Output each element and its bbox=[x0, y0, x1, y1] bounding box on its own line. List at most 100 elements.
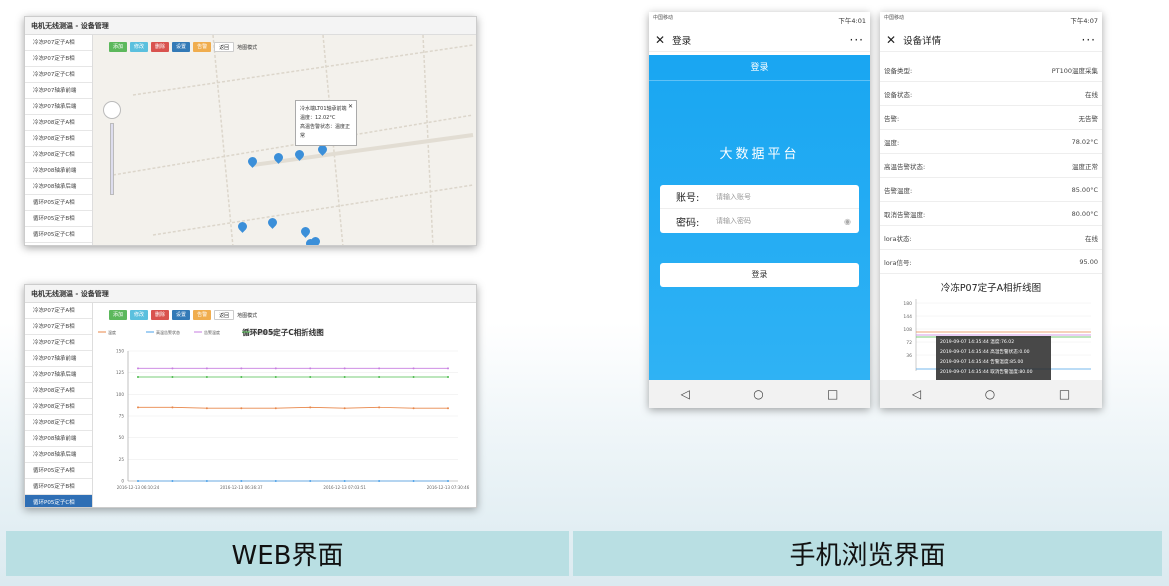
data-point bbox=[343, 367, 346, 370]
close-icon[interactable]: ✕ bbox=[886, 33, 896, 47]
sidebar-item[interactable]: 冷冻P08定子B相 bbox=[25, 131, 92, 147]
account-label: 账号: bbox=[676, 193, 700, 204]
data-point bbox=[309, 376, 312, 378]
login-button[interactable]: 登录 bbox=[660, 263, 859, 287]
data-point bbox=[205, 376, 208, 378]
toolbar-button[interactable]: 删除 bbox=[151, 42, 170, 52]
toolbar-button[interactable]: 返回 bbox=[214, 42, 235, 52]
home-icon[interactable]: ○ bbox=[985, 387, 995, 401]
web-sidebar: 冷冻P07定子A相 冷冻P07定子B相 冷冻P07定子C相 冷冻P07轴承前端 冷冻P0… bbox=[25, 303, 93, 507]
data-point bbox=[447, 407, 449, 410]
popup-status: 高温告警状态：温度正常 bbox=[300, 124, 351, 139]
sidebar-item[interactable]: 冷冻P07定子C相 bbox=[25, 335, 92, 351]
popup-close-icon[interactable]: ✕ bbox=[348, 102, 353, 111]
recent-icon[interactable]: □ bbox=[1059, 387, 1070, 401]
sidebar-item[interactable]: 循环P05定子B相 bbox=[25, 211, 92, 227]
data-point bbox=[240, 480, 243, 482]
account-input[interactable]: 请输入账号 bbox=[716, 192, 751, 202]
sidebar-item[interactable]: 冷冻P07轴承前端 bbox=[25, 351, 92, 367]
login-form: 账号: 请输入账号 密码: 请输入密码 ◉ bbox=[660, 185, 859, 233]
more-icon[interactable]: ··· bbox=[1082, 33, 1096, 47]
zoom-control[interactable] bbox=[103, 101, 121, 119]
toolbar-button[interactable]: 添加 bbox=[109, 42, 128, 52]
sidebar-item[interactable]: 冷冻P08定子C相 bbox=[25, 147, 92, 163]
carrier-label: 中国移动 bbox=[653, 15, 674, 21]
sidebar-item[interactable]: 冷冻P07定子B相 bbox=[25, 51, 92, 67]
data-point bbox=[240, 407, 243, 410]
nav-bar: ✕ 设备详情 ··· bbox=[880, 28, 1102, 52]
detail-value: 80.00°C bbox=[1071, 209, 1098, 218]
back-icon[interactable]: ◁ bbox=[681, 387, 690, 401]
sidebar-item[interactable]: 循环P05定子C相 bbox=[25, 495, 92, 507]
toolbar-button[interactable]: 添加 bbox=[109, 310, 128, 320]
legend-label: 高温告警状态 bbox=[156, 329, 180, 335]
back-icon[interactable]: ◁ bbox=[912, 387, 921, 401]
map-view[interactable]: ✕ 冷水端LT01轴承前端 温度：12.02°C 高温告警状态：温度正常 bbox=[93, 35, 476, 245]
zoom-slider[interactable] bbox=[110, 123, 114, 195]
sidebar-item[interactable]: 冷冻P08定子B相 bbox=[25, 399, 92, 415]
detail-row: 温度: 78.02°C bbox=[880, 130, 1102, 154]
sidebar-item[interactable]: 循环P05定子A相 bbox=[25, 195, 92, 211]
caption-web: WEB界面 bbox=[6, 531, 569, 576]
toolbar-button[interactable]: 告警 bbox=[193, 42, 212, 52]
login-header: 登录 bbox=[649, 55, 870, 81]
more-icon[interactable]: ··· bbox=[850, 33, 864, 47]
sidebar-item[interactable]: 冷冻P08定子C相 bbox=[25, 415, 92, 431]
clock: 下午4:07 bbox=[1070, 17, 1098, 25]
data-point bbox=[171, 480, 174, 482]
toolbar-button[interactable]: 修改 bbox=[130, 310, 149, 320]
sidebar-item[interactable]: 冷冻P07定子B相 bbox=[25, 319, 92, 335]
detail-value: 85.00°C bbox=[1071, 185, 1098, 194]
clock: 下午4:01 bbox=[838, 17, 866, 25]
data-point bbox=[274, 480, 277, 482]
close-icon[interactable]: ✕ bbox=[655, 33, 665, 47]
legend-label: 温度 bbox=[108, 329, 116, 335]
data-point bbox=[309, 367, 312, 370]
toolbar-button[interactable]: 返回 bbox=[214, 310, 235, 320]
data-point bbox=[137, 406, 139, 409]
sidebar-item[interactable]: 冷冻P08轴承后端 bbox=[25, 179, 92, 195]
toolbar-button[interactable]: 删除 bbox=[151, 310, 170, 320]
sidebar-item[interactable]: 冷冻P07定子A相 bbox=[25, 35, 92, 51]
data-point bbox=[205, 480, 208, 482]
data-point bbox=[137, 480, 139, 482]
detail-key: 高温告警状态: bbox=[884, 162, 926, 171]
sidebar-item[interactable]: 循环P05定子A相 bbox=[25, 463, 92, 479]
sidebar-item[interactable]: 冷冻P08定子A相 bbox=[25, 383, 92, 399]
sidebar-item[interactable]: 冷冻P08轴承前端 bbox=[25, 431, 92, 447]
sidebar-item[interactable]: 循环P05定子B相 bbox=[25, 479, 92, 495]
password-input[interactable]: 请输入密码 bbox=[716, 216, 751, 226]
x-tick-label: 2016-12-13 07:30:46 bbox=[427, 485, 470, 490]
sidebar-item[interactable]: 冷冻P08定子A相 bbox=[25, 115, 92, 131]
sidebar-item[interactable]: 冷冻P08轴承前端 bbox=[25, 163, 92, 179]
map-mode-toggle[interactable]: 地图模式 bbox=[237, 312, 257, 319]
series-line bbox=[138, 406, 448, 409]
device-popup: ✕ 冷水端LT01轴承前端 温度：12.02°C 高温告警状态：温度正常 bbox=[295, 100, 357, 146]
sidebar-item[interactable]: 冷冻P07轴承后端 bbox=[25, 367, 92, 383]
toolbar-button[interactable]: 告警 bbox=[193, 310, 212, 320]
toolbar-button[interactable]: 修改 bbox=[130, 42, 149, 52]
data-point bbox=[274, 367, 277, 370]
sidebar-item[interactable]: 冷冻P07定子A相 bbox=[25, 303, 92, 319]
data-point bbox=[274, 376, 277, 378]
sidebar-item[interactable]: 冷冻P08轴承后端 bbox=[25, 447, 92, 463]
home-icon[interactable]: ○ bbox=[753, 387, 763, 401]
sidebar-item[interactable]: 冷冻P07轴承后端 bbox=[25, 99, 92, 115]
popup-temp: 温度：12.02°C bbox=[300, 115, 336, 121]
detail-chart-title: 冷冻P07定子A相折线图 bbox=[940, 283, 1042, 294]
platform-title: 大数据平台 bbox=[719, 147, 800, 162]
eye-icon[interactable]: ◉ bbox=[844, 217, 851, 226]
sidebar-item[interactable]: 冷冻P07定子C相 bbox=[25, 67, 92, 83]
android-nav: ◁ ○ □ bbox=[880, 380, 1102, 408]
tooltip-line: 2019-09-07 14:35:44 取消告警温度:80.00 bbox=[940, 370, 1033, 375]
toolbar-button[interactable]: 设置 bbox=[172, 310, 191, 320]
data-point bbox=[240, 367, 243, 370]
sidebar-item[interactable]: 冷冻P07轴承前端 bbox=[25, 83, 92, 99]
recent-icon[interactable]: □ bbox=[827, 387, 838, 401]
map-mode-toggle[interactable]: 地图模式 bbox=[237, 44, 257, 51]
data-point bbox=[274, 407, 277, 410]
detail-key: lora状态: bbox=[884, 234, 912, 243]
sidebar-item[interactable]: 循环P05定子C相 bbox=[25, 227, 92, 243]
toolbar-button[interactable]: 设置 bbox=[172, 42, 191, 52]
data-point bbox=[171, 367, 174, 370]
